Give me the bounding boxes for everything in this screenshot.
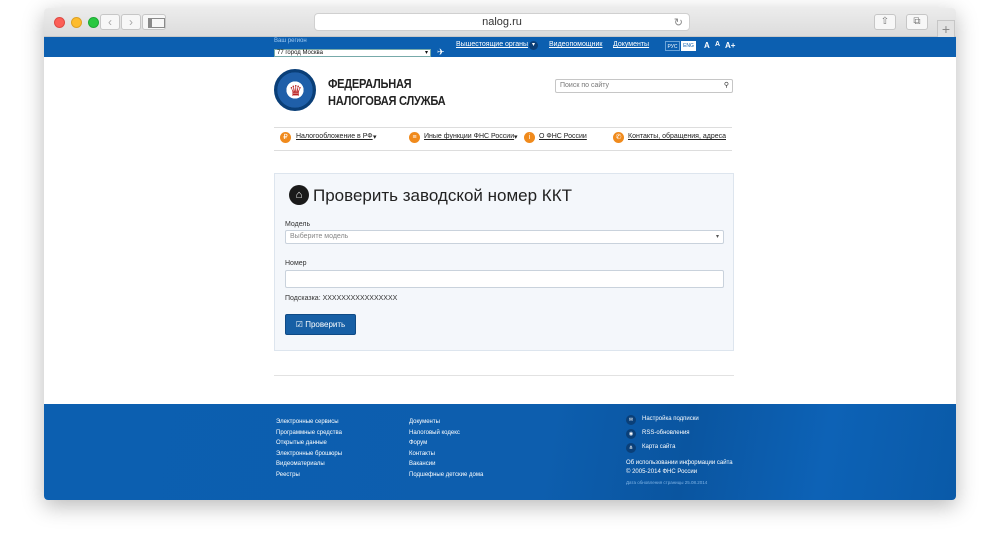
address-bar[interactable]: nalog.ru ↻ — [314, 13, 690, 31]
check-button-label: Проверить — [305, 320, 346, 329]
footer-col-docs: Документы Налоговый кодекс Форум Контакт… — [409, 417, 483, 480]
region-label: Ваш регион — [274, 38, 307, 44]
number-input[interactable] — [285, 270, 724, 288]
footer-link[interactable]: Документы — [409, 417, 483, 428]
region-value: 77 город Москва — [277, 50, 323, 56]
bank-icon: ⌂ — [289, 185, 309, 205]
subscription-label: Настройка подписки — [642, 416, 699, 422]
chevron-down-icon: ▾ — [424, 50, 428, 56]
main-nav: ₽ Налогообложение в РФ ▾ ≡ Иные функции … — [274, 127, 732, 151]
back-button[interactable]: ‹ — [100, 14, 120, 30]
fns-emblem-logo[interactable]: ♛ — [274, 69, 316, 111]
footer-link[interactable]: Контакты — [409, 449, 483, 460]
chevron-down-icon[interactable]: ▾ — [373, 133, 377, 141]
web-page: Ваш регион 77 город Москва ▾ ✈ Вышестоящ… — [44, 37, 956, 500]
footer-link[interactable]: Налоговый кодекс — [409, 428, 483, 439]
logo-line-2: НАЛОГОВАЯ СЛУЖБА — [328, 93, 446, 108]
footer-link[interactable]: Программные средства — [276, 428, 342, 439]
kkt-check-form: ⌂ Проверить заводской номер ККТ Модель В… — [274, 173, 734, 351]
site-logo-text[interactable]: ФЕДЕРАЛЬНАЯ НАЛОГОВАЯ СЛУЖБА — [328, 75, 446, 109]
lang-ru-button[interactable]: РУС — [665, 41, 680, 51]
number-label: Номер — [285, 260, 307, 267]
copyright: © 2005-2014 ФНС России — [626, 469, 698, 475]
footer-link[interactable]: Электронные брошюры — [276, 449, 342, 460]
region-select[interactable]: 77 город Москва ▾ — [274, 49, 431, 57]
footer-link[interactable]: Форум — [409, 438, 483, 449]
footer-link[interactable]: Подшефные детские дома — [409, 470, 483, 481]
search-icon[interactable]: ⚲ — [724, 80, 729, 92]
footer-link[interactable]: Электронные сервисы — [276, 417, 342, 428]
link-higher-authorities[interactable]: Вышестоящие органы — [456, 41, 528, 48]
mail-icon: ✉ — [626, 415, 636, 425]
site-footer: Электронные сервисы Программные средства… — [44, 404, 956, 500]
sitemap-icon: ⋔ — [626, 443, 636, 453]
format-hint: Подсказка: XXXXXXXXXXXXXXXX — [285, 295, 398, 302]
footer-info: Об использовании информации сайта © 2005… — [626, 459, 733, 477]
footer-link[interactable]: Видеоматериалы — [276, 459, 342, 470]
show-tabs-button[interactable]: ⧉ — [906, 14, 928, 30]
model-label: Модель — [285, 221, 311, 228]
footer-link[interactable]: Вакансии — [409, 459, 483, 470]
url-text: nalog.ru — [482, 16, 522, 28]
browser-toolbar: ‹ › nalog.ru ↻ ⇧ ⧉ + — [44, 8, 956, 37]
footer-link[interactable]: Реестры — [276, 470, 342, 481]
nav-item-taxation[interactable]: Налогообложение в РФ — [296, 133, 373, 140]
reload-icon[interactable]: ↻ — [674, 15, 683, 31]
font-size-normal-button[interactable]: А — [704, 41, 710, 50]
logo-line-1: ФЕДЕРАЛЬНАЯ — [328, 76, 412, 91]
sidebar-toggle-button[interactable] — [142, 14, 166, 30]
chevron-down-icon: ▾ — [715, 234, 719, 240]
site-search-input[interactable]: Поиск по сайту ⚲ — [555, 79, 733, 93]
chevron-down-icon[interactable]: ▾ — [514, 133, 518, 141]
nav-item-contacts[interactable]: Контакты, обращения, адреса — [628, 133, 726, 140]
screenshot-stage: ‹ › nalog.ru ↻ ⇧ ⧉ + Ваш регион 77 город… — [0, 0, 1000, 550]
forward-button[interactable]: › — [121, 14, 141, 30]
footer-link[interactable]: Открытые данные — [276, 438, 342, 449]
new-tab-button[interactable]: + — [937, 20, 955, 37]
nav-item-other-functions[interactable]: Иные функции ФНС России — [424, 133, 514, 140]
sitemap-label: Карта сайта — [642, 444, 676, 450]
chevron-down-icon[interactable]: ▾ — [529, 41, 538, 50]
minimize-window-button[interactable] — [71, 17, 82, 28]
font-size-large-button[interactable]: А+ — [725, 41, 735, 50]
model-select[interactable]: Выберите модель ▾ — [285, 230, 724, 244]
search-placeholder: Поиск по сайту — [560, 82, 610, 89]
russia-map-icon[interactable]: ✈ — [437, 47, 445, 58]
rss-icon: ◉ — [626, 429, 636, 439]
font-size-small-button[interactable]: А — [715, 41, 720, 48]
contacts-icon: ✆ — [613, 132, 624, 143]
divider — [274, 375, 734, 376]
page-title: Проверить заводской номер ККТ — [313, 186, 572, 205]
top-bar: Ваш регион 77 город Москва ▾ ✈ Вышестоящ… — [44, 37, 956, 57]
browser-window: ‹ › nalog.ru ↻ ⇧ ⧉ + Ваш регион 77 город… — [44, 8, 956, 500]
link-video-assistant[interactable]: Видеопомощник — [549, 41, 602, 48]
rss-label: RSS-обновления — [642, 430, 690, 436]
check-button[interactable]: ☑ Проверить — [285, 314, 356, 335]
info-icon: i — [524, 132, 535, 143]
usage-info-link[interactable]: Об использовании информации сайта — [626, 459, 733, 468]
functions-icon: ≡ — [409, 132, 420, 143]
nav-item-about[interactable]: О ФНС России — [539, 133, 587, 140]
eagle-icon: ♛ — [289, 83, 303, 100]
update-date: Дата обновления страницы 25.08.2014 — [626, 480, 708, 485]
lang-en-button[interactable]: ENG — [681, 41, 696, 51]
close-window-button[interactable] — [54, 17, 65, 28]
checkbox-icon: ☑ — [295, 320, 303, 329]
model-placeholder: Выберите модель — [290, 233, 349, 240]
zoom-window-button[interactable] — [88, 17, 99, 28]
taxation-icon: ₽ — [280, 132, 291, 143]
footer-col-services: Электронные сервисы Программные средства… — [276, 417, 342, 480]
share-button[interactable]: ⇧ — [874, 14, 896, 30]
link-documents[interactable]: Документы — [613, 41, 649, 48]
